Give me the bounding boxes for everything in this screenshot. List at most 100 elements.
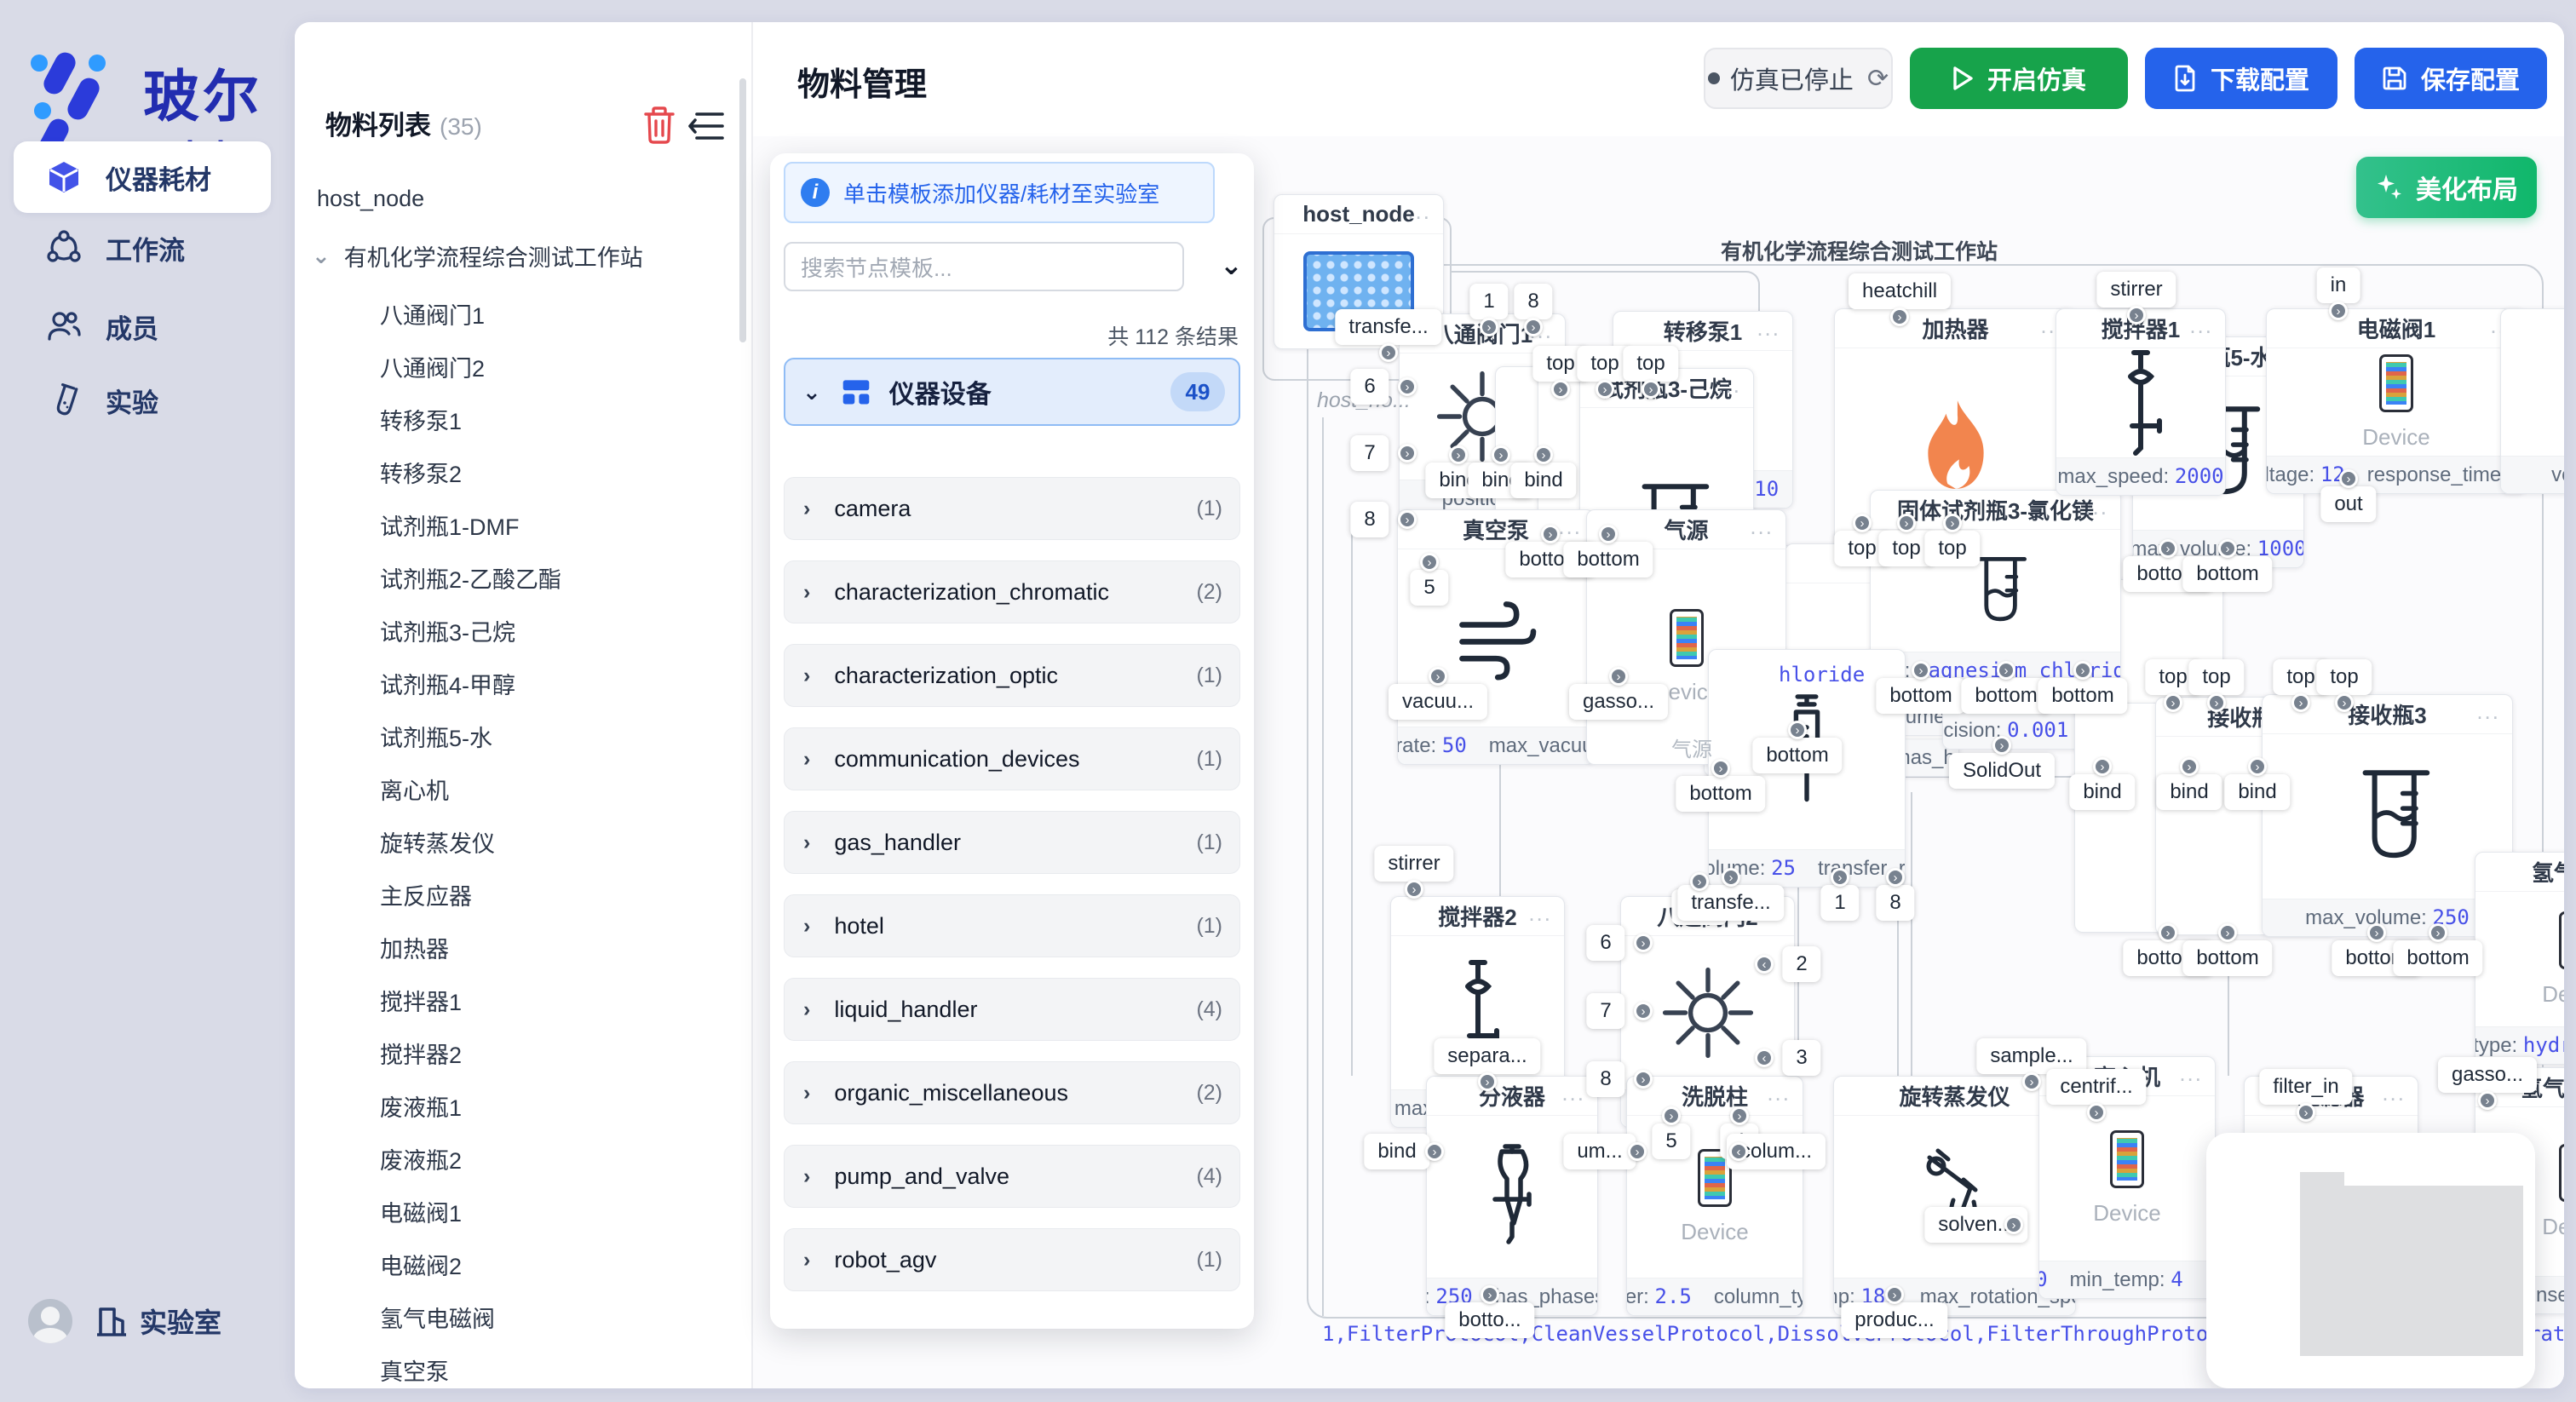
port-bottom[interactable]: bottom (2038, 678, 2127, 714)
tree-item[interactable]: 转移泵2 (380, 451, 462, 493)
port-dot-icon[interactable]: › (1634, 1002, 1653, 1020)
tree-item[interactable]: 主反应器 (380, 873, 472, 916)
port-dot-icon[interactable]: › (1398, 377, 1417, 396)
port-bottom[interactable]: bottom (2182, 940, 2272, 976)
tree-item[interactable]: 搅拌器2 (380, 1031, 462, 1074)
node-洗脱柱[interactable]: 洗脱柱...Devicediameter: 2.5column_type: si (1626, 1076, 1803, 1316)
category-equipment[interactable]: ⌄ 仪器设备 49 (784, 358, 1240, 426)
port-dot-icon[interactable]: › (2248, 757, 2267, 776)
template-group-characterization_optic[interactable]: ›characterization_optic(1) (784, 644, 1240, 707)
port-1[interactable]: 1 (1469, 284, 1508, 319)
tree-item[interactable]: 电磁阀1 (380, 1190, 462, 1232)
node-电磁阀1[interactable]: 电磁阀1...Devicevoltage: 12response_time: 0… (2266, 308, 2527, 494)
node-menu-icon[interactable]: ... (2189, 313, 2213, 339)
port-stirrer[interactable]: stirrer (2096, 272, 2176, 307)
template-group-hotel[interactable]: ›hotel(1) (784, 894, 1240, 957)
tree-item[interactable]: 八通阀门2 (380, 345, 485, 388)
port-5[interactable]: 5 (1652, 1123, 1690, 1159)
port-dot-icon[interactable]: › (2297, 1103, 2315, 1122)
avatar[interactable] (28, 1299, 72, 1343)
port-dot-icon[interactable]: › (1524, 318, 1543, 336)
port-dot-icon[interactable]: › (1992, 736, 2011, 755)
template-group-robot_agv[interactable]: ›robot_agv(1) (784, 1228, 1240, 1291)
port-8[interactable]: 8 (1876, 885, 1914, 921)
sidebar-item-1[interactable]: 仪器耗材 (14, 141, 271, 213)
port-gasso...[interactable]: gasso... (2438, 1057, 2537, 1093)
port-separa...[interactable]: separa... (1434, 1038, 1540, 1074)
node-menu-icon[interactable]: ... (1558, 514, 1582, 540)
chevron-down-icon[interactable]: ⌄ (312, 243, 331, 269)
node-menu-icon[interactable]: ... (1757, 315, 1780, 342)
port-dot-icon[interactable]: › (1912, 661, 1930, 680)
port-dot-icon[interactable]: › (1398, 510, 1417, 529)
port-bind[interactable]: bind (1510, 463, 1576, 498)
port-bottom[interactable]: bottom (1876, 678, 1965, 714)
template-group-gas_handler[interactable]: ›gas_handler(1) (784, 811, 1240, 874)
port-um...[interactable]: um... (1563, 1134, 1636, 1169)
port-8[interactable]: 8 (1350, 502, 1389, 537)
port-bottom[interactable]: bottom (2182, 556, 2272, 592)
tree-item[interactable]: 试剂瓶5-水 (380, 715, 492, 757)
port-dot-icon[interactable]: ‹ (1729, 1142, 1748, 1161)
node-menu-icon[interactable]: ... (1528, 900, 1552, 927)
port-dot-icon[interactable]: › (1420, 553, 1439, 572)
port-transfe...[interactable]: transfe... (1335, 309, 1441, 345)
template-group-camera[interactable]: ›camera(1) (784, 477, 1240, 540)
port-bind[interactable]: bind (1364, 1134, 1429, 1169)
tree-item[interactable]: 离心机 (380, 767, 449, 810)
collapse-list-icon[interactable] (688, 109, 726, 143)
port-botto...[interactable]: botto... (1445, 1302, 1534, 1338)
port-dot-icon[interactable]: › (2180, 757, 2199, 776)
port-dot-icon[interactable]: › (1405, 880, 1423, 899)
port-dot-icon[interactable]: › (1886, 868, 1905, 887)
port-dot-icon[interactable]: › (1379, 343, 1398, 362)
tree-item[interactable]: 转移泵1 (380, 398, 462, 440)
port-dot-icon[interactable]: › (1885, 1285, 1904, 1304)
port-dot-icon[interactable]: › (1897, 514, 1916, 532)
template-group-pump_and_valve[interactable]: ›pump_and_valve(4) (784, 1145, 1240, 1208)
port-dot-icon[interactable]: › (1551, 380, 1570, 399)
port-1[interactable]: 1 (1820, 885, 1859, 921)
port-2[interactable]: 2 (1782, 946, 1820, 982)
port-dot-icon[interactable]: › (1481, 1285, 1499, 1304)
port-stirrer[interactable]: stirrer (1374, 846, 1453, 882)
port-dot-icon[interactable]: ‹ (1755, 955, 1774, 974)
port-dot-icon[interactable]: › (2159, 923, 2177, 942)
port-top[interactable]: top (2188, 659, 2244, 695)
port-7[interactable]: 7 (1586, 993, 1624, 1029)
template-group-characterization_chromatic[interactable]: ›characterization_chromatic(2) (784, 560, 1240, 623)
port-dot-icon[interactable]: › (2218, 539, 2237, 558)
port-in[interactable]: in (2317, 267, 2360, 303)
tree-item[interactable]: 试剂瓶2-乙酸乙酯 (380, 556, 561, 599)
port-3[interactable]: 3 (1782, 1040, 1820, 1076)
save-config-button[interactable]: 保存配置 (2355, 48, 2547, 109)
port-transfe...[interactable]: transfe... (1677, 885, 1784, 921)
port-heatchill[interactable]: heatchill (1849, 273, 1951, 309)
port-dot-icon[interactable]: › (1690, 872, 1709, 891)
port-dot-icon[interactable]: › (2093, 757, 2112, 776)
refresh-icon[interactable]: ⟳ (1867, 64, 1889, 94)
port-5[interactable]: 5 (1410, 570, 1448, 606)
port-bind[interactable]: bind (2224, 774, 2290, 810)
tree-item[interactable]: 氢气电磁阀 (380, 1296, 495, 1338)
node-menu-icon[interactable]: ... (2476, 698, 2500, 725)
port-SolidOut[interactable]: SolidOut (1949, 753, 2055, 789)
port-dot-icon[interactable]: › (2073, 661, 2092, 680)
port-top[interactable]: top (1924, 531, 1980, 566)
tree-item[interactable]: 八通阀门1 (380, 292, 485, 335)
tree-item[interactable]: 试剂瓶3-己烷 (380, 609, 515, 652)
tree-item[interactable]: 试剂瓶1-DMF (380, 503, 520, 546)
port-dot-icon[interactable]: › (1831, 868, 1849, 887)
node-menu-icon[interactable]: ... (1767, 1080, 1791, 1106)
node-搅拌器1[interactable]: 搅拌器1...max_speed: 2000 (2056, 308, 2226, 496)
port-dot-icon[interactable]: › (1480, 318, 1498, 336)
port-dot-icon[interactable]: › (2329, 302, 2348, 320)
port-bind[interactable]: bind (2156, 774, 2222, 810)
tree-item[interactable]: 电磁阀2 (380, 1243, 462, 1285)
port-bind[interactable]: bind (2069, 774, 2135, 810)
port-dot-icon[interactable]: › (2291, 693, 2310, 712)
download-config-button[interactable]: 下载配置 (2145, 48, 2337, 109)
port-dot-icon[interactable]: › (1429, 667, 1447, 686)
sidebar-item-2[interactable]: 工作流 (14, 215, 271, 281)
port-dot-icon[interactable]: › (2127, 306, 2146, 325)
